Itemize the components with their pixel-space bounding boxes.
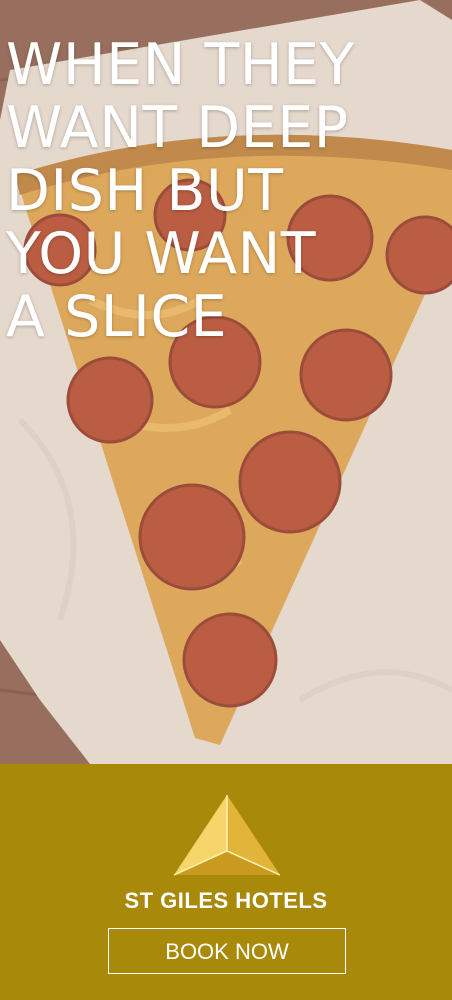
- headline-line: YOU WANT: [6, 221, 317, 287]
- book-now-button[interactable]: BOOK NOW: [108, 928, 346, 974]
- headline-line: WANT DEEP: [6, 95, 349, 161]
- headline-line: DISH BUT: [6, 158, 284, 224]
- headline: WHEN THEY WANT DEEP DISH BUT YOU WANT A …: [6, 34, 450, 349]
- triangle-logo-icon: [173, 795, 281, 876]
- ad-banner[interactable]: WHEN THEY WANT DEEP DISH BUT YOU WANT A …: [0, 0, 452, 1000]
- brand-name: ST GILES HOTELS: [124, 888, 328, 913]
- headline-line: WHEN THEY: [6, 32, 356, 98]
- headline-line: A SLICE: [6, 284, 228, 350]
